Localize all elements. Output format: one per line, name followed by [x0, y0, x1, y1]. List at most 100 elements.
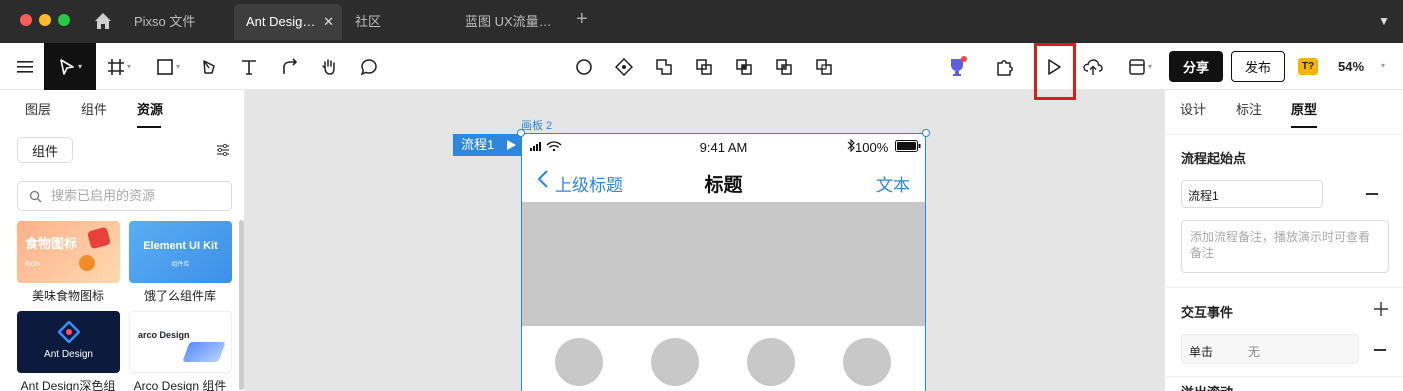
library-card-food-icons[interactable]: 食物图标 icon	[17, 221, 120, 283]
tab-label: 社区	[355, 14, 382, 29]
settings-sliders-icon[interactable]	[216, 143, 230, 160]
bluetooth-icon	[847, 139, 855, 152]
frame-tool-button[interactable]: ▾	[102, 43, 136, 90]
food-illustration	[87, 226, 111, 250]
tab-menu-icon[interactable]: ▼	[1378, 14, 1390, 28]
grid-icon-placeholder	[651, 338, 699, 386]
battery-percent: 100%	[855, 140, 889, 155]
nav-title: 标题	[704, 175, 743, 196]
new-tab-button[interactable]: +	[576, 8, 588, 31]
status-bar: 9:41 AM 100%	[522, 134, 925, 158]
tab-ant-design[interactable]: Ant Desig… ✕	[234, 4, 342, 40]
event-action: 无	[1248, 345, 1261, 359]
connector-tool-button[interactable]	[277, 43, 303, 90]
tab-prototype[interactable]: 原型	[1291, 90, 1317, 130]
subtract-button[interactable]	[691, 43, 717, 90]
hand-tool-button[interactable]	[316, 43, 342, 90]
share-button[interactable]: 分享	[1169, 51, 1223, 82]
tab-label: Pixso 文件	[134, 14, 196, 29]
thumb-subtitle: 组件库	[171, 262, 190, 268]
library-card-ant-design-dark[interactable]: Ant Design	[17, 311, 120, 373]
resize-handle[interactable]	[922, 129, 930, 137]
comment-icon	[360, 58, 377, 75]
flow-name-input[interactable]: 流程1	[1181, 180, 1323, 208]
divider	[1165, 376, 1403, 377]
highlight-box	[1034, 43, 1076, 100]
text-tool-button[interactable]	[236, 43, 262, 90]
zoom-chevron-down-icon[interactable]: ▾	[1381, 61, 1385, 70]
left-panel-scrollbar[interactable]	[239, 220, 244, 390]
asset-search-input[interactable]: 搜索已启用的资源	[17, 181, 232, 211]
divider	[1165, 134, 1403, 135]
component-tool-button[interactable]	[611, 43, 637, 90]
flow-start-tag[interactable]: 流程1	[453, 134, 521, 156]
flow-tag-label: 流程1	[461, 137, 495, 152]
library-card-element-ui[interactable]: Element UI Kit 组件库	[129, 221, 232, 283]
upload-icon[interactable]	[1080, 43, 1106, 90]
user-avatar-badge[interactable]: T?	[1298, 58, 1318, 75]
flow-name-value: 流程1	[1188, 189, 1219, 203]
home-icon[interactable]	[92, 10, 114, 32]
intersect-button[interactable]	[731, 43, 757, 90]
search-icon	[29, 190, 42, 203]
exclude-button[interactable]	[771, 43, 797, 90]
tab-blueprint-ux[interactable]: 蓝图 UX流量…	[453, 4, 565, 40]
thumb-title: 食物图标	[25, 236, 78, 251]
library-label: Ant Design深色组	[20, 379, 116, 391]
tab-design[interactable]: 设计	[1180, 90, 1206, 130]
component-filter-button[interactable]: 组件	[17, 137, 73, 163]
phone-frame[interactable]: 9:41 AM 100% 上级标题 标题 文本	[521, 133, 926, 391]
main-menu-icon[interactable]	[10, 43, 40, 90]
library-label: 美味食物图标	[31, 289, 104, 303]
event-trigger: 单击	[1189, 345, 1214, 359]
flatten-button[interactable]	[811, 43, 837, 90]
ellipse-tool-button[interactable]	[571, 43, 597, 90]
tab-assets[interactable]: 资源	[137, 90, 163, 130]
tab-pixso-files[interactable]: Pixso 文件	[122, 4, 230, 40]
layout-icon	[1129, 58, 1145, 75]
union-button[interactable]	[651, 43, 677, 90]
tab-community[interactable]: 社区	[343, 4, 451, 40]
interaction-event-row[interactable]: 单击 无	[1181, 334, 1359, 364]
tab-annotate[interactable]: 标注	[1236, 90, 1262, 130]
component-icon	[615, 57, 633, 76]
tab-layers[interactable]: 图层	[25, 90, 51, 130]
tab-components[interactable]: 组件	[81, 90, 107, 130]
active-tab-underline	[137, 126, 161, 128]
nav-right-label[interactable]: 文本	[876, 171, 910, 196]
flow-remark-input[interactable]: 添加流程备注，播放演示时可查看备注	[1181, 220, 1389, 273]
maximize-window-button[interactable]	[58, 14, 70, 26]
library-label: Arco Design 组件	[133, 379, 227, 391]
remove-flow-icon[interactable]	[1366, 193, 1378, 195]
food-illustration	[79, 255, 95, 271]
zoom-level[interactable]: 54%	[1338, 43, 1364, 90]
right-panel: 设计 标注 原型 流程起始点 流程1 添加流程备注，播放演示时可查看备注 交互事…	[1164, 90, 1403, 391]
comment-tool-button[interactable]	[356, 43, 382, 90]
circle-icon	[576, 58, 592, 75]
remove-interaction-icon[interactable]	[1374, 349, 1386, 351]
library-card-arco-design[interactable]: arco Design	[129, 311, 232, 373]
rectangle-icon	[157, 58, 173, 75]
hand-icon	[322, 58, 335, 75]
library-label: 饿了么组件库	[143, 289, 216, 303]
plugin-icon[interactable]	[991, 43, 1017, 90]
frame-title[interactable]: 画板 2	[521, 117, 552, 133]
close-tab-icon[interactable]: ✕	[323, 4, 334, 40]
shape-tool-button[interactable]: ▾	[150, 43, 186, 90]
connector-icon	[283, 57, 298, 74]
divider	[1165, 287, 1403, 288]
flatten-icon	[816, 58, 832, 75]
resize-handle[interactable]	[517, 129, 525, 137]
canvas[interactable]: 画板 2 流程1 9:41 AM 100% 上级标题 标题 文本	[245, 90, 1164, 391]
close-window-button[interactable]	[20, 14, 32, 26]
publish-button[interactable]: 发布	[1231, 51, 1285, 82]
add-interaction-icon[interactable]	[1374, 302, 1388, 316]
layout-menu-button[interactable]: ▾	[1122, 43, 1158, 90]
move-tool-button[interactable]: ▾	[44, 43, 96, 90]
subtract-icon	[696, 58, 712, 75]
trophy-icon[interactable]	[943, 43, 971, 90]
banner-placeholder	[522, 202, 925, 326]
minimize-window-button[interactable]	[39, 14, 51, 26]
ant-design-logo-icon	[58, 321, 80, 343]
pen-tool-button[interactable]	[196, 43, 222, 90]
